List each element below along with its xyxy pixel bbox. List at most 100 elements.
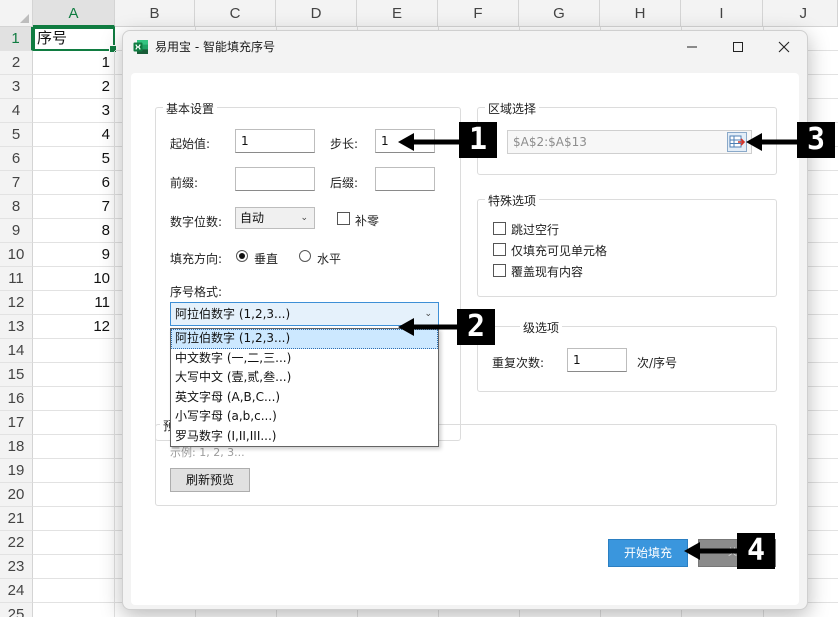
row-header-6[interactable]: 6 [0, 147, 33, 171]
cell-a16[interactable] [33, 387, 115, 411]
row-header-16[interactable]: 16 [0, 387, 33, 411]
vertical-radio[interactable] [236, 250, 248, 262]
visible-only-checkbox[interactable] [493, 243, 506, 256]
pad-zero-checkbox[interactable] [337, 212, 350, 225]
row-header-12[interactable]: 12 [0, 291, 33, 315]
cell-a25[interactable] [33, 603, 115, 617]
row-header-24[interactable]: 24 [0, 579, 33, 603]
range-input[interactable] [507, 130, 752, 154]
row-header-19[interactable]: 19 [0, 459, 33, 483]
cell-a22[interactable] [33, 531, 115, 555]
maximize-button[interactable] [715, 31, 761, 63]
digits-select[interactable]: 自动 ⌄ [235, 207, 315, 229]
row-header-1[interactable]: 1 [0, 27, 33, 51]
skip-blank-checkbox[interactable] [493, 222, 506, 235]
horizontal-radio[interactable] [299, 250, 311, 262]
cell-a8[interactable]: 7 [33, 195, 115, 219]
direction-label: 填充方向: [170, 252, 223, 266]
cell-a20[interactable] [33, 483, 115, 507]
row-header-4[interactable]: 4 [0, 99, 33, 123]
cell-a5[interactable]: 4 [33, 123, 115, 147]
row-header-3[interactable]: 3 [0, 75, 33, 99]
digits-select-value: 自动 [240, 211, 265, 225]
format-option-chinese[interactable]: 中文数字 (一,二,三...) [171, 349, 438, 369]
advanced-options-legend: 级选项 [520, 319, 563, 336]
column-header-d[interactable]: D [276, 0, 357, 27]
row-header-20[interactable]: 20 [0, 483, 33, 507]
cell-a23[interactable] [33, 555, 115, 579]
prefix-label: 前缀: [170, 176, 199, 190]
column-header-g[interactable]: G [519, 0, 600, 27]
row-header-14[interactable]: 14 [0, 339, 33, 363]
cell-a2[interactable]: 1 [33, 51, 115, 75]
format-option-chinese-upper[interactable]: 大写中文 (壹,贰,叁...) [171, 368, 438, 388]
row-header-5[interactable]: 5 [0, 123, 33, 147]
column-header-j[interactable]: J [763, 0, 838, 27]
dialog-titlebar[interactable]: 易用宝 - 智能填充序号 [123, 31, 807, 63]
row-header-7[interactable]: 7 [0, 171, 33, 195]
row-header-17[interactable]: 17 [0, 411, 33, 435]
cell-a7[interactable]: 6 [33, 171, 115, 195]
prefix-input[interactable] [235, 167, 315, 191]
format-option-roman[interactable]: 罗马数字 (I,II,III...) [171, 427, 438, 447]
row-header-15[interactable]: 15 [0, 363, 33, 387]
minimize-icon [687, 46, 697, 48]
format-option-letters-lower[interactable]: 小写字母 (a,b,c...) [171, 407, 438, 427]
callout-badge-2: 2 [457, 309, 495, 345]
excel-app-icon [133, 40, 148, 54]
overwrite-checkbox[interactable] [493, 264, 506, 277]
start-fill-button[interactable]: 开始填充 [608, 539, 688, 567]
suffix-label: 后缀: [330, 176, 359, 190]
cell-a10[interactable]: 9 [33, 243, 115, 267]
cell-a9[interactable]: 8 [33, 219, 115, 243]
column-header-b[interactable]: B [115, 0, 195, 27]
cell-a12[interactable]: 11 [33, 291, 115, 315]
cell-a24[interactable] [33, 579, 115, 603]
cell-a6[interactable]: 5 [33, 147, 115, 171]
range-select-legend: 区域选择 [485, 100, 540, 117]
cell-a11[interactable]: 10 [33, 267, 115, 291]
column-header-a[interactable]: A [33, 0, 115, 27]
cell-a21[interactable] [33, 507, 115, 531]
start-value-input[interactable] [235, 129, 315, 153]
row-header-13[interactable]: 13 [0, 315, 33, 339]
close-window-button[interactable] [761, 31, 807, 63]
cell-a4[interactable]: 3 [33, 99, 115, 123]
cell-a1[interactable]: 序号 [33, 27, 117, 53]
cell-a14[interactable] [33, 339, 115, 363]
suffix-input[interactable] [375, 167, 435, 191]
format-select-value: 阿拉伯数字 (1,2,3...) [175, 307, 291, 321]
row-header-2[interactable]: 2 [0, 51, 33, 75]
column-header-f[interactable]: F [438, 0, 519, 27]
digits-label: 数字位数: [170, 215, 223, 229]
cell-a19[interactable] [33, 459, 115, 483]
column-header-e[interactable]: E [357, 0, 438, 27]
repeat-count-input[interactable] [567, 348, 627, 372]
range-picker-button[interactable] [727, 132, 747, 152]
row-header-22[interactable]: 22 [0, 531, 33, 555]
refresh-preview-button[interactable]: 刷新预览 [170, 468, 250, 492]
cell-a13[interactable]: 12 [33, 315, 115, 339]
row-header-21[interactable]: 21 [0, 507, 33, 531]
row-header-23[interactable]: 23 [0, 555, 33, 579]
cell-a18[interactable] [33, 435, 115, 459]
column-header-h[interactable]: H [600, 0, 681, 27]
visible-only-label: 仅填充可见单元格 [511, 244, 608, 258]
cell-a3[interactable]: 2 [33, 75, 115, 99]
row-header-9[interactable]: 9 [0, 219, 33, 243]
select-all-corner[interactable] [0, 0, 33, 27]
column-header-i[interactable]: I [681, 0, 763, 27]
row-header-25[interactable]: 25 [0, 603, 33, 617]
row-header-10[interactable]: 10 [0, 243, 33, 267]
row-header-18[interactable]: 18 [0, 435, 33, 459]
callout-arrow-1 [398, 133, 462, 151]
format-option-letters-upper[interactable]: 英文字母 (A,B,C...) [171, 388, 438, 408]
chevron-down-icon: ⌄ [300, 213, 308, 223]
minimize-button[interactable] [669, 31, 715, 63]
row-header-8[interactable]: 8 [0, 195, 33, 219]
column-header-c[interactable]: C [195, 0, 276, 27]
cell-a17[interactable] [33, 411, 115, 435]
row-header-11[interactable]: 11 [0, 267, 33, 291]
cell-a15[interactable] [33, 363, 115, 387]
callout-badge-1: 1 [459, 122, 497, 158]
